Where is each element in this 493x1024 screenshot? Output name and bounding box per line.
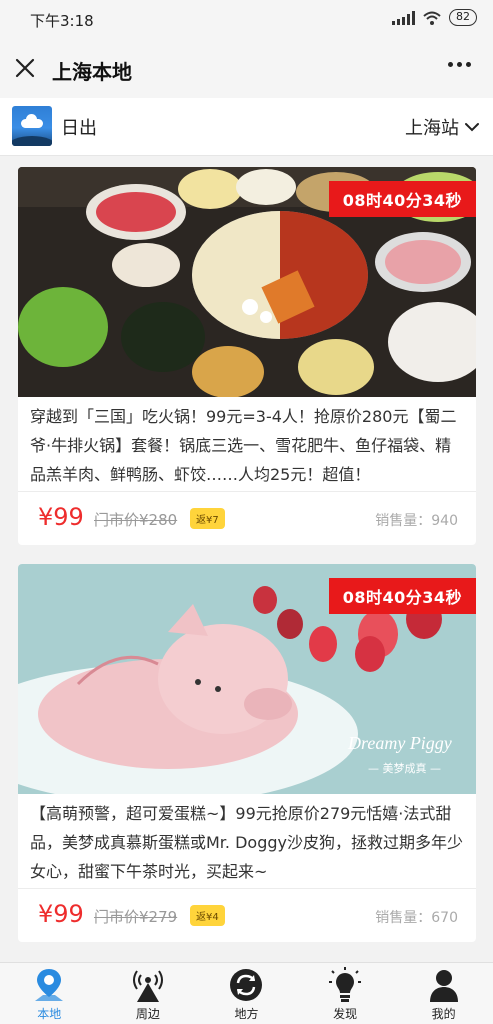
sales-count: 销售量：670 xyxy=(375,910,458,926)
lightbulb-icon xyxy=(329,967,362,1002)
tab-label: 我的 xyxy=(431,1007,456,1021)
weather-label: 日出 xyxy=(61,118,97,139)
tab-places[interactable]: 地方 xyxy=(197,963,296,1024)
status-bar: 下午3:18 82 xyxy=(0,0,493,40)
rebate-badge: 返¥7 xyxy=(190,508,225,529)
rebate-badge: 返¥4 xyxy=(190,905,225,926)
station-selector[interactable]: 上海站 xyxy=(405,114,479,140)
tab-label: 发现 xyxy=(333,1007,358,1021)
more-options-icon[interactable] xyxy=(448,62,471,67)
person-icon xyxy=(429,970,458,1002)
page-title: 上海本地 xyxy=(52,60,132,84)
close-icon[interactable] xyxy=(14,57,36,79)
signal-icon xyxy=(392,10,415,25)
bottom-tab-bar: 本地 周边 地方 发现 我的 xyxy=(0,962,493,1024)
divider xyxy=(18,888,476,889)
image-script-subtitle: — 美梦成真 — xyxy=(368,761,441,775)
sales-count: 销售量：940 xyxy=(375,513,458,529)
countdown-timer: 08时40分34秒 xyxy=(328,578,476,614)
deal-card[interactable]: Dreamy Piggy — 美梦成真 — 08时40分34秒 【高萌预警，超可… xyxy=(18,564,476,942)
broadcast-tower-icon xyxy=(132,970,163,1002)
battery-icon: 82 xyxy=(449,9,477,26)
image-script-title: Dreamy Piggy xyxy=(347,733,452,753)
status-icons: 82 xyxy=(392,9,477,26)
deal-price: ¥99 xyxy=(38,900,84,928)
deal-price: ¥99 xyxy=(38,503,84,531)
deal-description: 【高萌预警，超可爱蛋糕~】99元抢原价279元恬嬉·法式甜品，美梦成真慕斯蛋糕或… xyxy=(30,804,463,881)
original-price: 门市价¥279 xyxy=(94,908,178,926)
original-price: 门市价¥280 xyxy=(94,511,178,529)
tab-label: 地方 xyxy=(234,1007,259,1021)
tab-nearby[interactable]: 周边 xyxy=(99,963,198,1024)
countdown-timer: 08时40分34秒 xyxy=(328,181,476,217)
tab-label: 周边 xyxy=(135,1007,160,1021)
weather-thumbnail xyxy=(12,106,52,146)
tab-label: 本地 xyxy=(37,1007,62,1021)
tab-mine[interactable]: 我的 xyxy=(394,963,493,1024)
deal-card[interactable]: 08时40分34秒 穿越到「三国」吃火锅！99元=3-4人！抢原价280元【蜀二… xyxy=(18,167,476,545)
station-label: 上海站 xyxy=(405,118,459,139)
nav-bar: 上海本地 xyxy=(0,40,493,98)
wifi-icon xyxy=(423,11,441,25)
location-pin-icon xyxy=(35,969,64,1001)
tab-discover[interactable]: 发现 xyxy=(296,963,395,1024)
divider xyxy=(18,491,476,492)
chevron-down-icon xyxy=(465,123,479,132)
status-time: 下午3:18 xyxy=(30,12,94,30)
location-bar: 日出 上海站 xyxy=(0,98,493,156)
tab-local[interactable]: 本地 xyxy=(0,963,99,1024)
deal-description: 穿越到「三国」吃火锅！99元=3-4人！抢原价280元【蜀二爷·牛排火锅】套餐！… xyxy=(30,407,457,484)
refresh-circle-icon xyxy=(230,969,263,1001)
